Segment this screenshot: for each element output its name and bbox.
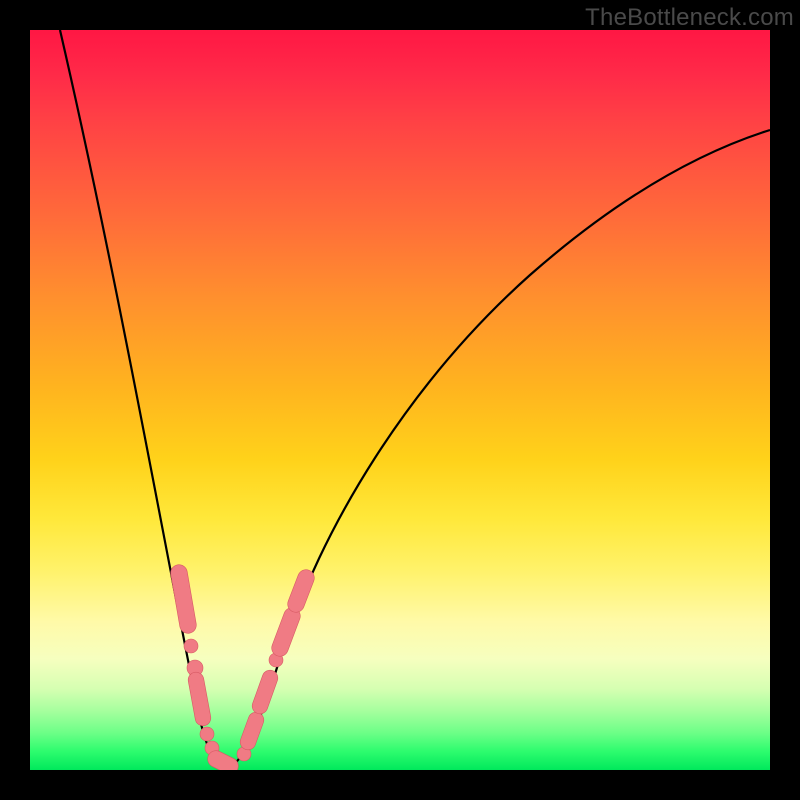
bead-overlay <box>30 30 770 770</box>
bead-capsule <box>196 680 203 718</box>
beads-group <box>179 573 306 766</box>
bead-capsule <box>296 578 306 604</box>
watermark-text: TheBottleneck.com <box>585 4 794 32</box>
bead-capsule <box>248 720 256 742</box>
bead-capsule <box>260 678 270 706</box>
bead-circle <box>200 727 214 741</box>
bead-capsule <box>179 573 188 625</box>
bead-circle <box>184 639 198 653</box>
bead-capsule <box>216 759 230 766</box>
bead-capsule <box>280 616 292 648</box>
